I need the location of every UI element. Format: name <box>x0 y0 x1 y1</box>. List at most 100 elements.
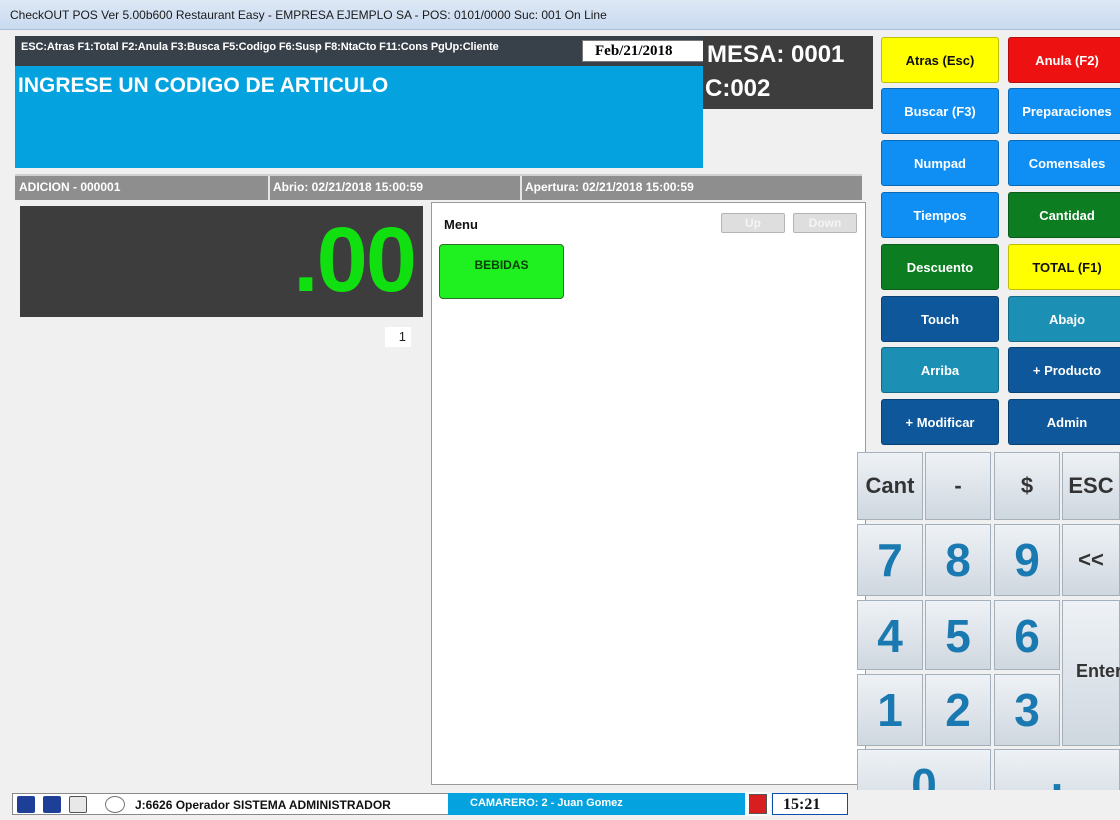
shortcut-hint-bar: ESC:Atras F1:Total F2:Anula F3:Busca F5:… <box>15 36 710 66</box>
add-product-button-label: + Producto <box>1032 363 1102 378</box>
search-button[interactable]: Buscar (F3) <box>881 88 999 134</box>
key-label: 3 <box>1014 684 1040 736</box>
diners-button-label: Comensales <box>1028 156 1106 171</box>
touch-button-label: Touch <box>920 312 960 327</box>
drawer-icon[interactable] <box>69 796 87 813</box>
scroll-up-button-label: Arriba <box>920 363 960 378</box>
opened-at: Abrio: 02/21/2018 15:00:59 <box>273 180 424 194</box>
prompt-message: INGRESE UN CODIGO DE ARTICULO <box>18 74 389 97</box>
operator-panel: J:6626 Operador SISTEMA ADMINISTRADOR <box>12 793 462 815</box>
divider <box>268 176 270 200</box>
key-4[interactable]: 4 <box>857 600 923 670</box>
search-button-label: Buscar (F3) <box>904 104 976 119</box>
waiter-label: CAMARERO: 2 - Juan Gomez <box>470 797 623 809</box>
key-dollar[interactable]: $ <box>994 452 1060 520</box>
add-modifier-button[interactable]: + Modificar <box>881 399 999 445</box>
scroll-down-button-label: Abajo <box>1048 312 1086 327</box>
key-label: 8 <box>945 534 971 586</box>
discount-button-label: Descuento <box>906 260 974 275</box>
admin-button[interactable]: Admin <box>1008 399 1120 445</box>
order-number: ADICION - 000001 <box>19 180 121 194</box>
menu-panel: Menu Up Down BEBIDAS <box>431 202 866 785</box>
table-number: MESA: 0001 <box>707 41 845 68</box>
add-modifier-button-label: + Modificar <box>905 415 975 430</box>
admin-button-label: Admin <box>1046 415 1088 430</box>
menu-title: Menu <box>444 217 478 232</box>
clock-time: 15:21 <box>783 796 821 813</box>
status-bar: J:6626 Operador SISTEMA ADMINISTRADOR CA… <box>0 790 1120 820</box>
touch-button[interactable]: Touch <box>881 296 999 342</box>
courses-button-label: Tiempos <box>913 208 967 223</box>
preparations-button-label: Preparaciones <box>1022 104 1112 119</box>
order-info-bar: ADICION - 000001 Abrio: 02/21/2018 15:00… <box>15 174 862 200</box>
item-list[interactable] <box>15 322 431 792</box>
key-label: 7 <box>877 534 903 586</box>
key-minus[interactable]: - <box>925 452 991 520</box>
current-date: Feb/21/2018 <box>595 43 673 59</box>
key-backspace[interactable]: << <box>1062 524 1120 596</box>
numpad-button[interactable]: Numpad <box>881 140 999 186</box>
key-enter[interactable]: Enter <box>1062 600 1120 746</box>
key-9[interactable]: 9 <box>994 524 1060 596</box>
menu-up-button[interactable]: Up <box>721 213 785 233</box>
void-button-label: Anula (F2) <box>1035 53 1099 68</box>
key-label: 6 <box>1014 610 1040 662</box>
user-icon <box>105 796 125 813</box>
void-button[interactable]: Anula (F2) <box>1008 37 1120 83</box>
key-label: Enter <box>1075 661 1120 681</box>
key-label: Cant <box>865 473 915 498</box>
key-6[interactable]: 6 <box>994 600 1060 670</box>
waiter-panel: CAMARERO: 2 - Juan Gomez <box>448 793 748 815</box>
total-button[interactable]: TOTAL (F1) <box>1008 244 1120 290</box>
key-esc[interactable]: ESC <box>1062 452 1120 520</box>
category-label: BEBIDAS <box>474 258 529 272</box>
key-2[interactable]: 2 <box>925 674 991 746</box>
scroll-down-button[interactable]: Abajo <box>1008 296 1120 342</box>
quantity-box: 1 <box>385 327 411 347</box>
quantity-value: 1 <box>398 329 406 344</box>
numpad-button-label: Numpad <box>914 156 966 171</box>
discount-button[interactable]: Descuento <box>881 244 999 290</box>
back-button-label: Atras (Esc) <box>905 53 975 68</box>
message-panel: INGRESE UN CODIGO DE ARTICULO <box>15 66 703 168</box>
key-label: - <box>954 473 962 498</box>
back-button[interactable]: Atras (Esc) <box>881 37 999 83</box>
session-opened-at: Apertura: 02/21/2018 15:00:59 <box>525 180 694 194</box>
key-7[interactable]: 7 <box>857 524 923 596</box>
pos-window: CheckOUT POS Ver 5.00b600 Restaurant Eas… <box>0 0 1120 820</box>
quantity-button[interactable]: Cantidad <box>1008 192 1120 238</box>
key-label: ESC <box>1068 473 1114 498</box>
network-icon[interactable] <box>17 796 35 813</box>
calendar-icon[interactable] <box>745 792 771 816</box>
key-label: $ <box>1020 473 1034 498</box>
table-info-panel: MESA: 0001 C:002 <box>703 36 873 109</box>
key-label: 1 <box>877 684 903 736</box>
key-cant[interactable]: Cant <box>857 452 923 520</box>
window-title: CheckOUT POS Ver 5.00b600 Restaurant Eas… <box>10 8 607 22</box>
total-button-label: TOTAL (F1) <box>1032 260 1102 275</box>
menu-down-button[interactable]: Down <box>793 213 857 233</box>
total-display: .00 <box>20 206 423 317</box>
diners-count: C:002 <box>705 75 771 102</box>
total-amount: .00 <box>293 209 417 311</box>
courses-button[interactable]: Tiempos <box>881 192 999 238</box>
quantity-button-label: Cantidad <box>1039 208 1095 223</box>
key-5[interactable]: 5 <box>925 600 991 670</box>
key-label: << <box>1078 547 1104 572</box>
add-product-button[interactable]: + Producto <box>1008 347 1120 393</box>
key-8[interactable]: 8 <box>925 524 991 596</box>
diners-button[interactable]: Comensales <box>1008 140 1120 186</box>
title-bar: CheckOUT POS Ver 5.00b600 Restaurant Eas… <box>0 0 1120 30</box>
date-box: Feb/21/2018 <box>582 40 710 62</box>
key-label: 5 <box>945 610 971 662</box>
clock: 15:21 <box>772 793 848 815</box>
category-button-bebidas[interactable]: BEBIDAS <box>439 244 564 299</box>
preparations-button[interactable]: Preparaciones <box>1008 88 1120 134</box>
key-label: 9 <box>1014 534 1040 586</box>
key-1[interactable]: 1 <box>857 674 923 746</box>
key-label: 4 <box>877 610 903 662</box>
scroll-up-button[interactable]: Arriba <box>881 347 999 393</box>
divider <box>520 176 522 200</box>
key-3[interactable]: 3 <box>994 674 1060 746</box>
printer-icon[interactable] <box>43 796 61 813</box>
